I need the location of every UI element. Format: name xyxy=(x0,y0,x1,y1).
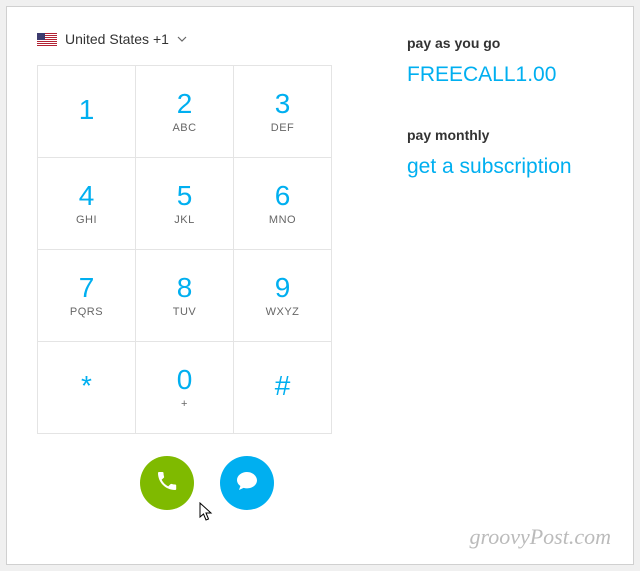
key-digit: 9 xyxy=(275,274,291,302)
chat-icon xyxy=(235,469,259,498)
key-1[interactable]: 1 xyxy=(38,66,136,158)
key-5[interactable]: 5 JKL xyxy=(136,158,234,250)
chevron-down-icon xyxy=(177,34,187,44)
key-digit: 7 xyxy=(79,274,95,302)
dialpad-column: United States +1 1 2 ABC 3 DEF 4 GHI xyxy=(37,31,377,544)
monthly-label: pay monthly xyxy=(407,127,613,143)
payg-credit-link[interactable]: FREECALL1.00 xyxy=(407,63,613,87)
key-9[interactable]: 9 WXYZ xyxy=(234,250,332,342)
skype-dialpad-window: United States +1 1 2 ABC 3 DEF 4 GHI xyxy=(6,6,634,565)
call-button[interactable] xyxy=(140,456,194,510)
key-6[interactable]: 6 MNO xyxy=(234,158,332,250)
key-digit: 1 xyxy=(79,96,95,124)
key-digit: 4 xyxy=(79,182,95,210)
chat-button[interactable] xyxy=(220,456,274,510)
key-digit: 6 xyxy=(275,182,291,210)
subscription-link[interactable]: get a subscription xyxy=(407,155,613,179)
flag-us-icon xyxy=(37,33,57,46)
key-letters: ABC xyxy=(172,122,196,134)
phone-icon xyxy=(155,469,179,498)
key-letters: TUV xyxy=(173,306,197,318)
key-letters: DEF xyxy=(271,122,295,134)
payg-label: pay as you go xyxy=(407,35,613,51)
key-digit: * xyxy=(81,372,92,400)
key-2[interactable]: 2 ABC xyxy=(136,66,234,158)
dialpad-grid: 1 2 ABC 3 DEF 4 GHI 5 JKL 6 MNO xyxy=(37,65,332,434)
key-7[interactable]: 7 PQRS xyxy=(38,250,136,342)
action-row xyxy=(37,456,377,510)
country-selector[interactable]: United States +1 xyxy=(37,31,377,47)
key-letters: MNO xyxy=(269,214,296,226)
key-digit: 8 xyxy=(177,274,193,302)
key-3[interactable]: 3 DEF xyxy=(234,66,332,158)
key-4[interactable]: 4 GHI xyxy=(38,158,136,250)
key-digit: 5 xyxy=(177,182,193,210)
key-digit: 0 xyxy=(177,366,193,394)
key-digit: 3 xyxy=(275,90,291,118)
key-letters: WXYZ xyxy=(266,306,300,318)
key-letters: GHI xyxy=(76,214,97,226)
country-label: United States +1 xyxy=(65,31,169,47)
key-letters: JKL xyxy=(174,214,194,226)
key-digit: 2 xyxy=(177,90,193,118)
key-hash[interactable]: # xyxy=(234,342,332,434)
pricing-column: pay as you go FREECALL1.00 pay monthly g… xyxy=(377,31,613,544)
key-letters: PQRS xyxy=(70,306,103,318)
key-0[interactable]: 0 + xyxy=(136,342,234,434)
key-letters: + xyxy=(181,398,188,410)
key-8[interactable]: 8 TUV xyxy=(136,250,234,342)
key-star[interactable]: * xyxy=(38,342,136,434)
key-digit: # xyxy=(275,372,291,400)
